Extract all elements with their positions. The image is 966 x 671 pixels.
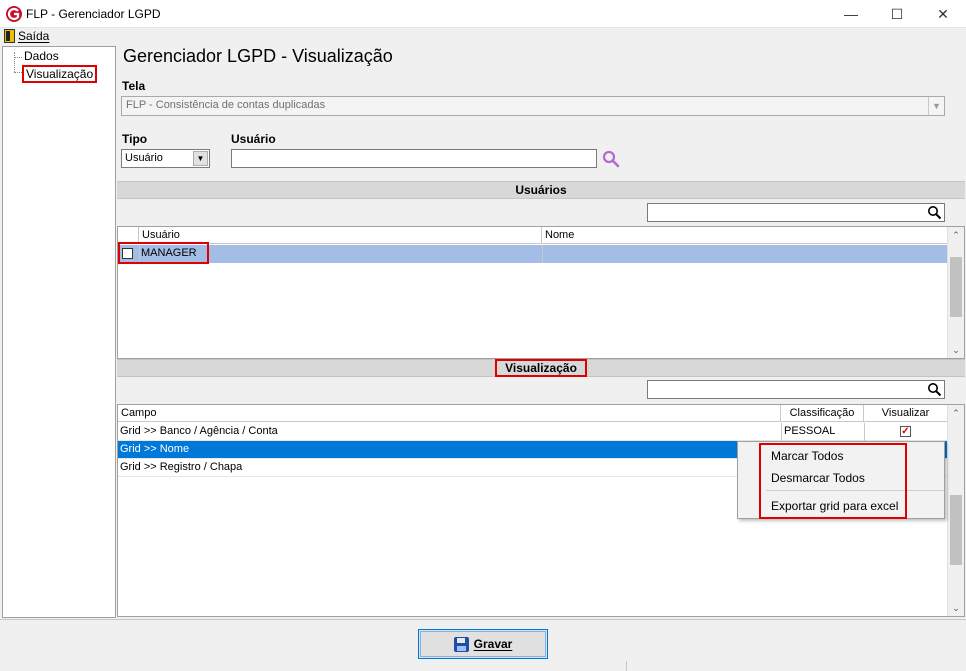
chevron-down-icon: ▼ (928, 97, 944, 115)
close-button[interactable]: ✕ (920, 0, 966, 28)
usuario-label: Usuário (231, 132, 276, 146)
scroll-up-icon[interactable]: ⌃ (948, 405, 964, 421)
tipo-select-value: Usuário (125, 152, 163, 164)
window-title: FLP - Gerenciador LGPD (26, 7, 161, 21)
cell-campo: Grid >> Nome (120, 443, 190, 455)
title-bar: FLP - Gerenciador LGPD — ☐ ✕ (0, 0, 966, 28)
visualizacao-grid-header: Campo Classificação Visualizar (118, 405, 947, 422)
visualizacao-section-title: Visualização (495, 359, 587, 377)
visualizacao-search-input[interactable] (647, 380, 945, 399)
column-header-nome[interactable]: Nome (542, 227, 947, 244)
visualizacao-section-header: Visualização (117, 359, 965, 377)
tipo-select[interactable]: Usuário ▼ (121, 149, 210, 168)
menu-saida-label: Saída (18, 29, 50, 43)
maximize-button[interactable]: ☐ (874, 0, 920, 28)
usuarios-vertical-scrollbar[interactable]: ⌃ ⌄ (947, 227, 964, 358)
table-row[interactable]: Grid >> Banco / Agência / Conta PESSOAL … (118, 423, 947, 441)
scroll-down-icon[interactable]: ⌄ (948, 600, 964, 616)
table-row[interactable]: MANAGER (118, 245, 947, 263)
usuarios-grid: Usuário Nome MANAGER ⌃ ⌄ (117, 226, 965, 359)
tela-select[interactable]: FLP - Consistência de contas duplicadas … (121, 96, 945, 116)
context-menu: Marcar Todos Desmarcar Todos Exportar gr… (737, 441, 945, 519)
annotation-highlight (118, 242, 209, 264)
tela-label: Tela (122, 79, 146, 93)
menu-bar: Saída (0, 28, 966, 46)
cell-classificacao: PESSOAL (784, 425, 836, 437)
tipo-label: Tipo (122, 132, 148, 146)
usuario-input[interactable] (231, 149, 597, 168)
floppy-save-icon (453, 636, 469, 652)
cell-campo: Grid >> Banco / Agência / Conta (120, 425, 278, 437)
tree-item-dados[interactable]: Dados (24, 49, 59, 63)
app-logo-icon (6, 6, 22, 22)
minimize-button[interactable]: — (828, 0, 874, 28)
column-header-classificacao[interactable]: Classificação (781, 405, 864, 422)
navigation-tree: Dados Visualização (2, 46, 116, 618)
search-icon[interactable] (601, 150, 621, 168)
exit-door-icon (4, 29, 15, 43)
tree-item-visualizacao[interactable]: Visualização (22, 65, 98, 83)
visualizacao-vertical-scrollbar[interactable]: ⌃ ⌄ (947, 405, 964, 616)
column-header-visualizar[interactable]: Visualizar (864, 405, 947, 422)
gravar-button[interactable]: Gravar (418, 629, 548, 659)
page-title: Gerenciador LGPD - Visualização (123, 46, 393, 66)
scroll-thumb[interactable] (950, 257, 962, 317)
scroll-thumb[interactable] (950, 495, 962, 565)
chevron-down-icon: ▼ (193, 151, 208, 166)
search-icon[interactable] (927, 205, 942, 220)
scroll-down-icon[interactable]: ⌄ (948, 342, 964, 358)
usuarios-grid-header: Usuário Nome (118, 227, 947, 244)
search-icon[interactable] (927, 382, 942, 397)
tela-select-value: FLP - Consistência de contas duplicadas (126, 99, 326, 111)
cell-campo: Grid >> Registro / Chapa (120, 461, 243, 473)
column-header-campo[interactable]: Campo (118, 405, 781, 422)
scroll-up-icon[interactable]: ⌃ (948, 227, 964, 243)
visualizar-checkbox[interactable]: ✓ (900, 426, 911, 437)
usuarios-search-input[interactable] (647, 203, 945, 222)
gravar-button-label: Gravar (473, 637, 513, 651)
annotation-highlight (759, 443, 907, 519)
usuarios-section-header: Usuários (117, 181, 965, 199)
menu-item-saida[interactable]: Saída (4, 29, 49, 43)
